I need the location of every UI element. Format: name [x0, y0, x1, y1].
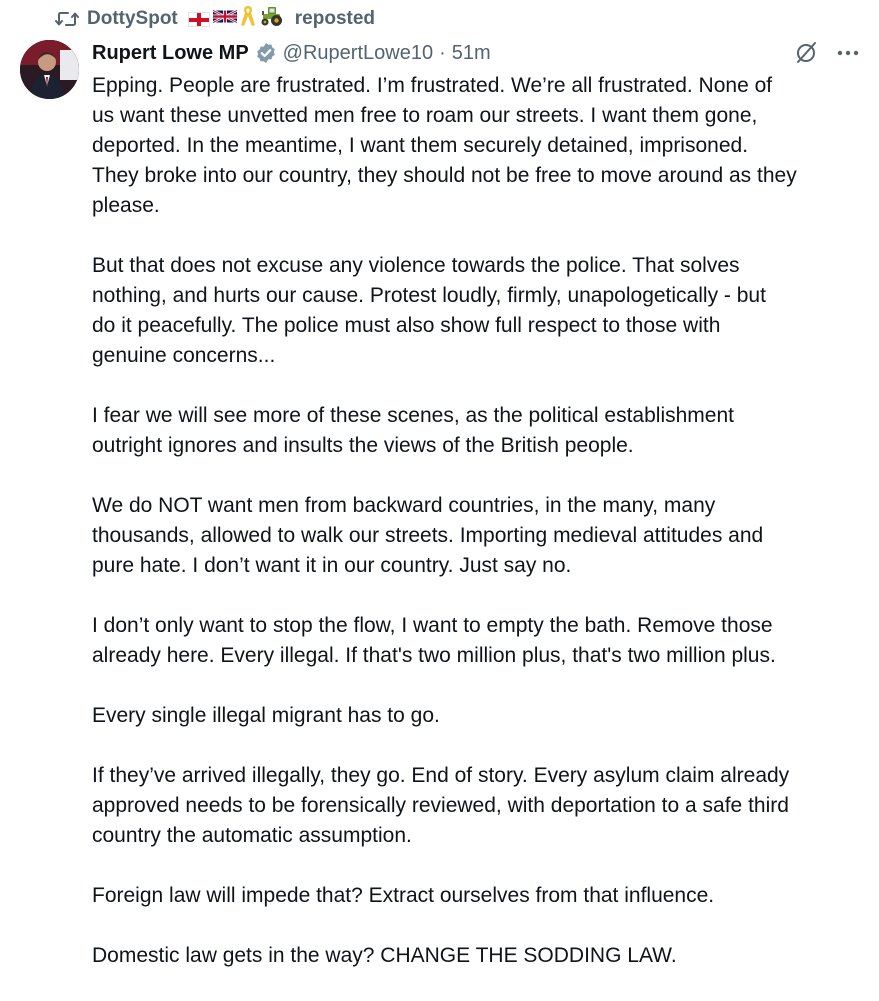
post-paragraph: I don’t only want to stop the flow, I wa…	[92, 614, 776, 667]
repost-icon	[55, 9, 79, 29]
grok-icon[interactable]	[793, 40, 819, 66]
repost-label: reposted	[294, 8, 376, 29]
england-flag-icon	[187, 11, 210, 27]
verified-badge-icon	[255, 42, 277, 64]
post-paragraph: I fear we will see more of these scenes,…	[92, 404, 734, 457]
post-paragraph: Foreign law will impede that? Extract ou…	[92, 884, 715, 907]
post-paragraph: Every single illegal migrant has to go.	[92, 704, 440, 727]
post-paragraph: We do NOT want men from backward countri…	[92, 494, 764, 577]
post-timestamp[interactable]: 51m	[452, 42, 491, 65]
post-paragraph: If they’ve arrived illegally, they go. E…	[92, 764, 790, 847]
post-paragraph: Domestic law gets in the way? CHANGE THE…	[92, 944, 677, 967]
post-paragraph: Epping. People are frustrated. I’m frust…	[92, 74, 797, 217]
tractor-icon	[259, 5, 285, 33]
avatar[interactable]	[20, 40, 79, 99]
post-header: Rupert Lowe MP @RupertLowe10 · 51m	[92, 38, 491, 68]
post-actions-top	[793, 40, 859, 66]
post-paragraph: But that does not excuse any violence to…	[92, 254, 766, 367]
uk-flag-icon	[212, 8, 238, 30]
post-text: Epping. People are frustrated. I’m frust…	[92, 71, 867, 1001]
reposter-name[interactable]: DottySpot	[87, 8, 178, 30]
reposter-emoji-group	[187, 5, 285, 33]
author-name[interactable]: Rupert Lowe MP	[92, 42, 249, 65]
separator-dot: ·	[439, 41, 446, 64]
repost-header: DottySpot reposted	[55, 6, 375, 32]
more-options-icon[interactable]	[837, 49, 859, 57]
author-handle[interactable]: @RupertLowe10	[283, 42, 433, 65]
yellow-ribbon-icon	[240, 5, 256, 33]
